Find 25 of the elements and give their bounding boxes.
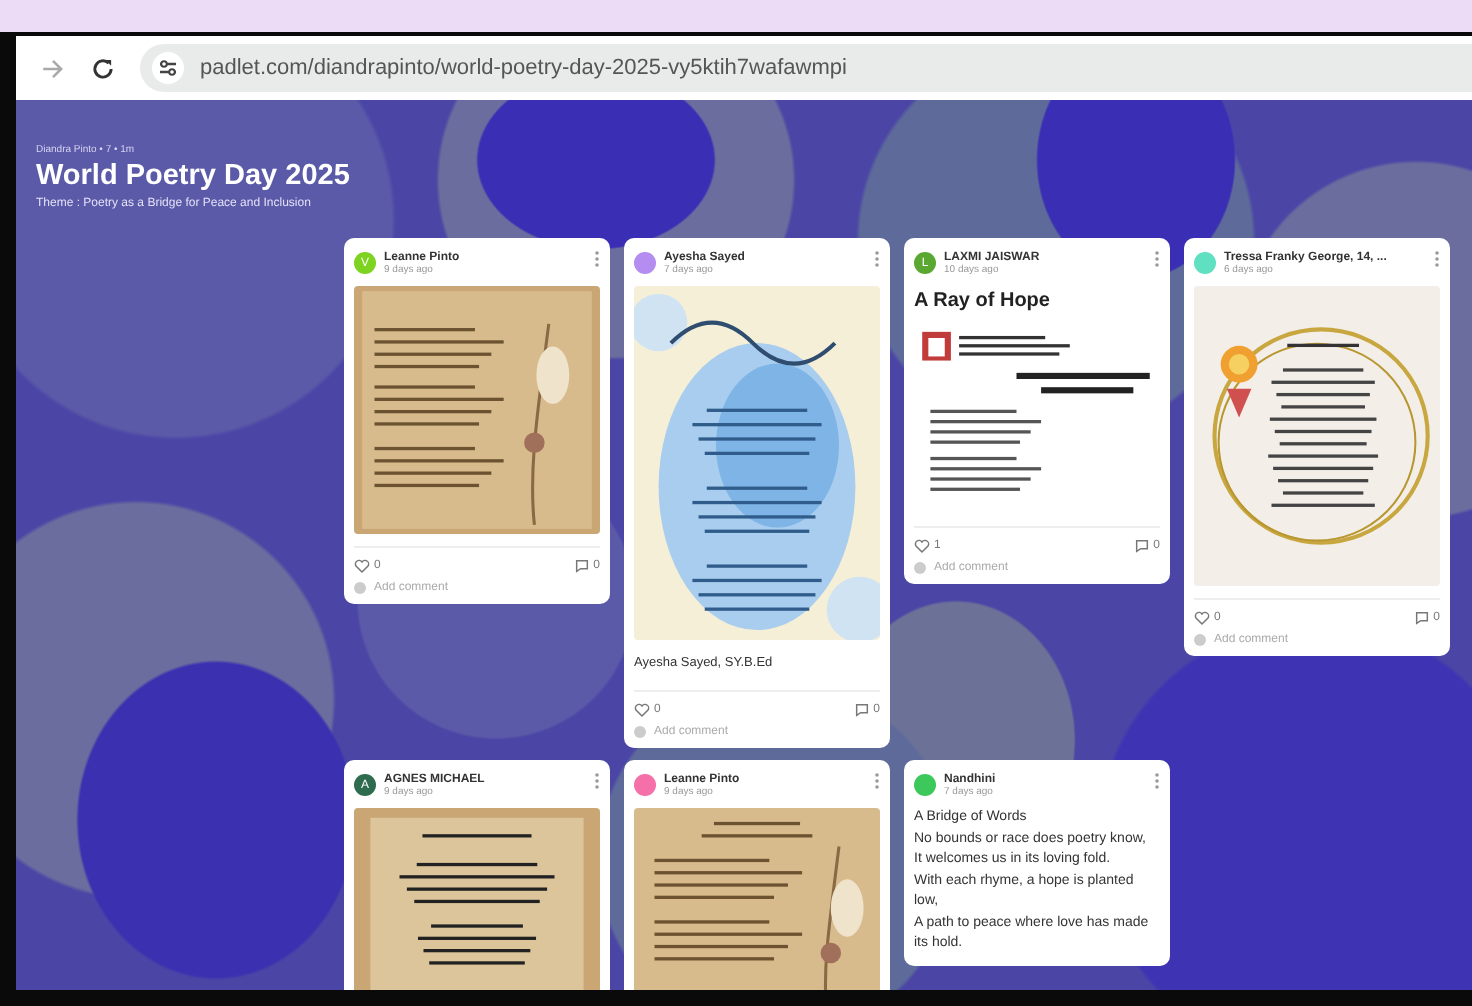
avatar-icon [1194,634,1206,646]
avatar-icon [914,562,926,574]
comment-icon[interactable] [853,702,870,718]
url-text: padlet.com/diandrapinto/world-poetry-day-2025-vy5ktih7wafawmpi [200,56,847,80]
more-icon[interactable] [874,772,880,790]
heart-icon[interactable] [354,558,370,574]
more-icon[interactable] [594,772,600,790]
reload-icon[interactable] [90,55,116,81]
more-icon[interactable] [1434,250,1440,268]
avatar-icon [634,726,646,738]
heart-icon[interactable] [1194,610,1210,626]
board-title: World Poetry Day 2025 [36,160,350,192]
more-icon[interactable] [874,250,880,268]
heart-icon[interactable] [914,538,930,554]
avatar-icon [354,582,366,594]
more-icon[interactable] [1154,772,1160,790]
comment-icon[interactable] [1413,610,1430,626]
site-settings-icon[interactable] [152,52,184,84]
address-bar[interactable]: padlet.com/diandrapinto/world-poetry-day-2025-vy5ktih7wafawmpi [140,44,1472,92]
comment-icon[interactable] [573,558,590,574]
heart-icon[interactable] [634,702,650,718]
more-icon[interactable] [1154,250,1160,268]
more-icon[interactable] [594,250,600,268]
comment-icon[interactable] [1133,538,1150,554]
post-title: A Ray of Hope [914,290,1052,312]
